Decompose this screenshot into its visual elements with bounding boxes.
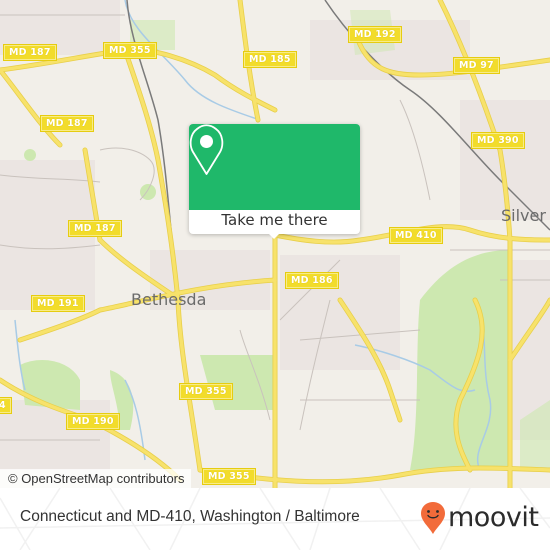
route-shield-md-186: MD 186 [285, 272, 339, 289]
destination-card: Take me there [189, 124, 360, 239]
moovit-wordmark: moovit [448, 502, 539, 533]
route-shield-md-187: MD 187 [68, 220, 122, 237]
map-view[interactable]: MD 187 MD 355 MD 185 MD 192 MD 97 MD 187… [0, 0, 550, 488]
route-shield-md-390: MD 390 [471, 132, 525, 149]
location-pin-icon [189, 124, 224, 175]
map-attribution[interactable]: © OpenStreetMap contributors [0, 469, 191, 488]
route-shield-md-410: MD 410 [389, 227, 443, 244]
route-shield-partial: 4 [0, 397, 12, 414]
route-shield-md-185: MD 185 [243, 51, 297, 68]
route-shield-md-191: MD 191 [31, 295, 85, 312]
card-pointer [267, 232, 281, 239]
route-shield-md-192: MD 192 [348, 26, 402, 43]
place-label-silver-spring: Silver [501, 206, 546, 225]
route-shield-md-97: MD 97 [453, 57, 500, 74]
footer: Connecticut and MD-410, Washington / Bal… [0, 488, 550, 550]
route-shield-md-355: MD 355 [202, 468, 256, 485]
route-shield-md-355: MD 355 [103, 42, 157, 59]
route-shield-md-190: MD 190 [66, 413, 120, 430]
place-label-bethesda: Bethesda [131, 290, 207, 309]
moovit-pin-icon [421, 502, 445, 534]
take-me-there-button[interactable]: Take me there [189, 210, 360, 234]
route-shield-md-187: MD 187 [40, 115, 94, 132]
route-shield-md-355: MD 355 [179, 383, 233, 400]
card-header [189, 124, 360, 210]
location-title: Connecticut and MD-410, Washington / Bal… [20, 508, 360, 525]
moovit-logo[interactable]: moovit [420, 500, 539, 536]
route-shield-md-187: MD 187 [3, 44, 57, 61]
